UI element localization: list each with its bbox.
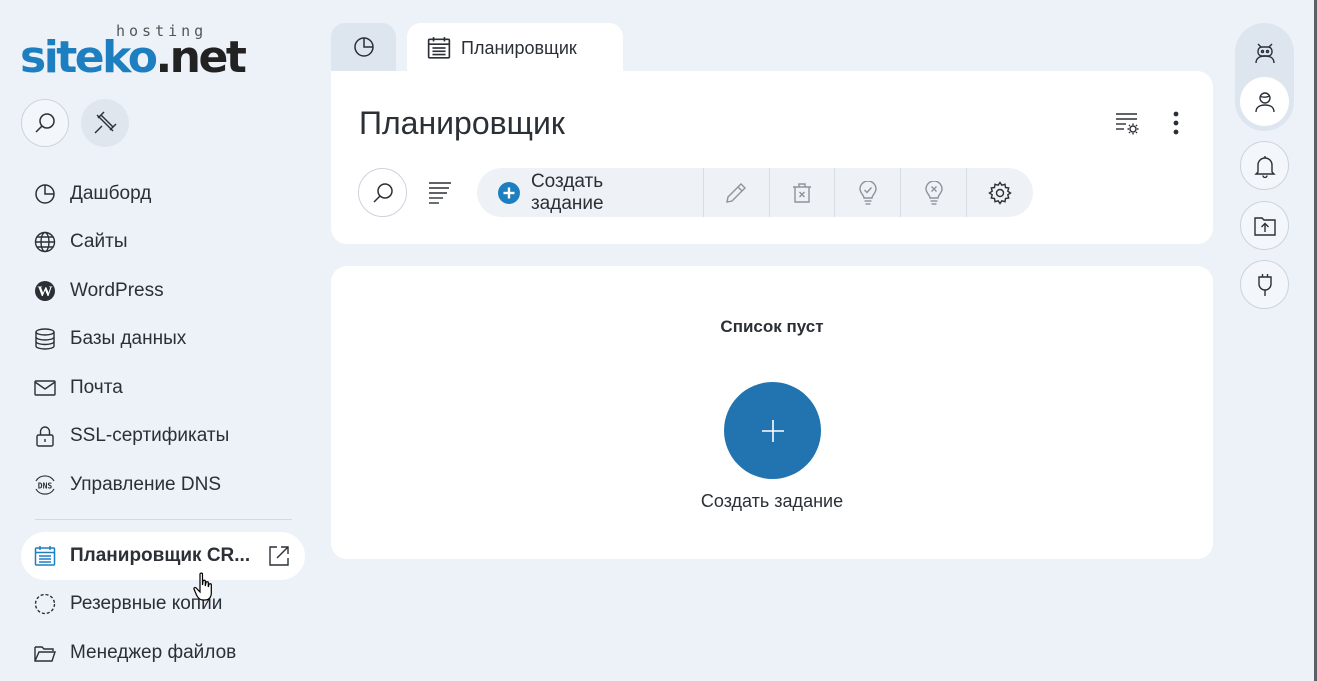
edit-icon: [726, 182, 747, 203]
create-task-big-button[interactable]: [724, 382, 821, 479]
sidebar-item-label: Планировщик CR...: [70, 545, 251, 566]
user-icon: [1254, 91, 1275, 112]
more-button[interactable]: [1161, 108, 1191, 138]
sidebar-pin-button[interactable]: [81, 99, 129, 147]
backup-icon: [33, 592, 57, 616]
edit-button[interactable]: [704, 168, 770, 217]
plug-icon: [1257, 273, 1272, 296]
siteko-logo[interactable]: hosting siteko.net: [20, 20, 260, 80]
wordpress-icon: W: [33, 279, 57, 303]
filter-settings-button[interactable]: [1112, 108, 1142, 138]
tab-label: Планировщик: [461, 37, 577, 58]
action-toolbar: Создать задание: [477, 168, 1033, 217]
lock-icon: [33, 424, 57, 448]
upload-folder-icon: [1253, 216, 1276, 236]
create-task-label: Создать задание: [530, 170, 604, 214]
tab-scheduler[interactable]: Планировщик: [407, 23, 623, 73]
assistant-button[interactable]: [1240, 28, 1289, 77]
database-icon: [33, 327, 57, 351]
user-profile-button[interactable]: [1240, 77, 1289, 126]
dns-icon: DNS: [33, 473, 57, 497]
upload-button[interactable]: [1240, 201, 1289, 250]
more-vertical-icon: [1173, 111, 1179, 135]
bot-icon: [1254, 43, 1275, 63]
sidebar-divider: [35, 519, 292, 520]
settings-button[interactable]: [967, 168, 1033, 217]
disable-button[interactable]: [901, 168, 968, 217]
gear-icon: [988, 180, 1012, 205]
filter-settings-icon: [1116, 113, 1139, 135]
sidebar-item-label: Дашборд: [70, 183, 152, 204]
search-icon: [35, 113, 55, 133]
sidebar-item-cron[interactable]: Планировщик CR...: [21, 532, 305, 580]
bulb-off-icon: [925, 180, 943, 205]
mouse-pointer-icon: [193, 572, 212, 601]
sidebar-item-label: Сайты: [70, 231, 128, 252]
create-task-big-label[interactable]: Создать задание: [331, 491, 1213, 512]
plus-icon: [761, 419, 784, 442]
sidebar-item-label: Менеджер файлов: [70, 642, 237, 663]
delete-button[interactable]: [770, 168, 836, 217]
sidebar-item-databases[interactable]: Базы данных: [21, 315, 305, 363]
bell-icon: [1253, 155, 1276, 178]
pie-chart-icon: [353, 37, 374, 57]
calendar-icon: [427, 37, 451, 59]
sidebar-item-label: SSL-сертификаты: [70, 425, 230, 446]
sidebar-item-backups[interactable]: Резервные копии: [21, 580, 305, 628]
plus-circle-icon: [498, 181, 520, 204]
sidebar-item-label: Базы данных: [70, 328, 187, 349]
globe-icon: [33, 230, 57, 254]
bulb-check-icon: [859, 180, 877, 205]
svg-text:W: W: [38, 284, 53, 300]
delete-icon: [792, 182, 811, 203]
sidebar-item-sites[interactable]: Сайты: [21, 218, 305, 266]
sidebar-item-dashboard[interactable]: Дашборд: [21, 170, 305, 218]
sidebar-item-label: WordPress: [70, 280, 164, 301]
sidebar-item-file-manager[interactable]: Менеджер файлов: [21, 629, 305, 677]
sort-icon[interactable]: [427, 180, 455, 206]
external-link-icon[interactable]: [267, 544, 291, 568]
mail-icon: [33, 376, 57, 400]
calendar-icon: [33, 544, 57, 568]
create-task-button[interactable]: Создать задание: [477, 168, 704, 217]
svg-text:DNS: DNS: [38, 482, 53, 491]
header-card: Планировщик Создать задание: [331, 71, 1213, 244]
search-icon: [372, 182, 393, 203]
sidebar-item-mail[interactable]: Почта: [21, 364, 305, 412]
sidebar-item-label: Управление DNS: [70, 474, 222, 495]
notifications-button[interactable]: [1240, 141, 1289, 190]
unpin-icon: [94, 111, 117, 134]
empty-list-title: Список пуст: [720, 317, 824, 336]
sidebar-search-button[interactable]: [21, 99, 69, 147]
sidebar-item-wordpress[interactable]: W WordPress: [21, 267, 305, 315]
sidebar-item-dns[interactable]: DNS Управление DNS: [21, 461, 305, 509]
logo-main-text: siteko.net: [20, 32, 247, 83]
task-list-panel: Список пуст Создать задание: [331, 266, 1213, 559]
tab-dashboard[interactable]: [331, 23, 396, 71]
enable-button[interactable]: [835, 168, 902, 217]
integrations-button[interactable]: [1240, 260, 1289, 309]
folder-icon: [33, 641, 57, 665]
sidebar-item-label: Почта: [70, 377, 123, 398]
toolbar-search-button[interactable]: [358, 168, 407, 217]
page-title: Планировщик: [359, 105, 565, 141]
sidebar-item-ssl[interactable]: SSL-сертификаты: [21, 412, 305, 460]
pie-chart-icon: [33, 182, 57, 206]
